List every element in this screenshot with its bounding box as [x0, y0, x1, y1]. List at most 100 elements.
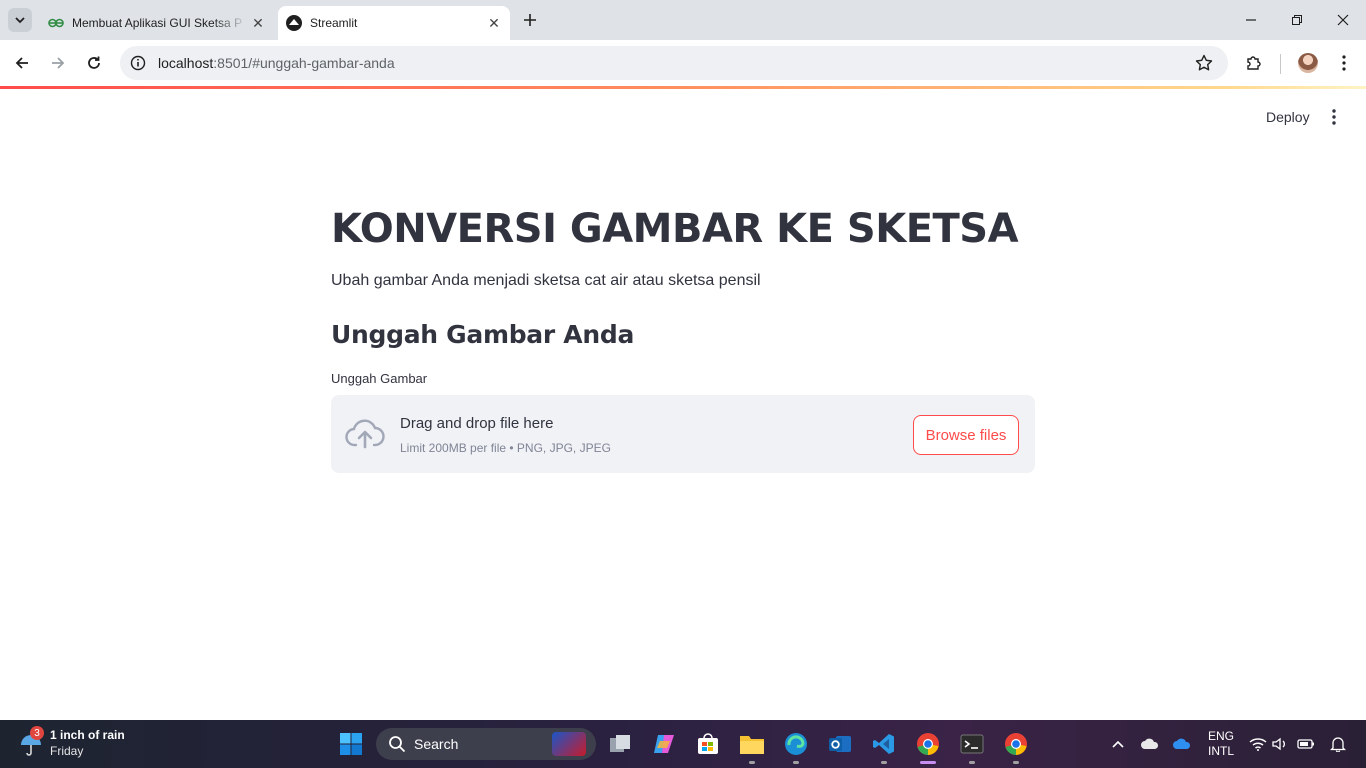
close-icon[interactable]: ✕: [248, 13, 268, 33]
file-dropzone[interactable]: Drag and drop file here Limit 200MB per …: [331, 395, 1035, 473]
onedrive-business-button[interactable]: [1170, 720, 1194, 768]
main-content: KONVERSI GAMBAR KE SKETSA Ubah gambar An…: [331, 200, 1035, 473]
file-explorer-button[interactable]: [736, 728, 768, 764]
minimize-icon: [1246, 19, 1256, 21]
volume-button[interactable]: [1268, 720, 1292, 768]
running-indicator: [881, 761, 887, 764]
search-highlight-icon: [552, 732, 586, 756]
puzzle-icon: [1247, 56, 1261, 70]
windows-icon: [340, 733, 362, 755]
weather-condition: 1 inch of rain: [50, 728, 125, 742]
toolbar-divider: [1280, 54, 1281, 74]
keyboard-layout: INTL: [1207, 744, 1234, 758]
terminal-icon: [960, 734, 984, 754]
reload-icon: [88, 56, 100, 69]
bookmark-star-icon[interactable]: [1194, 53, 1214, 73]
tab-strip: Membuat Aplikasi GUI Sketsa P ✕ Streamli…: [0, 0, 1366, 40]
restore-button[interactable]: [1274, 0, 1320, 40]
back-button[interactable]: [8, 49, 36, 77]
browser-menu-button[interactable]: [1330, 49, 1358, 77]
show-hidden-icons-button[interactable]: [1106, 720, 1130, 768]
tab-search-button[interactable]: [8, 8, 32, 32]
tab-streamlit[interactable]: Streamlit ✕: [278, 6, 510, 40]
task-view-icon: [610, 735, 630, 752]
bell-icon: [1330, 737, 1346, 752]
tab-gui-sketsa[interactable]: Membuat Aplikasi GUI Sketsa P ✕: [40, 6, 274, 40]
main-menu-button[interactable]: [1322, 104, 1346, 130]
search-label: Search: [414, 736, 459, 752]
task-view-button[interactable]: [604, 728, 636, 760]
speaker-icon: [1272, 737, 1285, 751]
folder-icon: [740, 736, 764, 754]
streamlit-icon: [286, 15, 302, 31]
cloud-upload-icon: [345, 417, 385, 451]
edge-button[interactable]: [780, 728, 812, 764]
site-info-icon[interactable]: [128, 53, 148, 73]
battery-icon: [1297, 739, 1314, 749]
search-icon: [389, 736, 406, 753]
new-tab-button[interactable]: [520, 10, 540, 30]
taskbar: 3 1 inch of rain Friday Search ENG INTL: [0, 720, 1366, 768]
forward-button[interactable]: [44, 49, 72, 77]
onedrive-personal-button[interactable]: [1138, 720, 1162, 768]
outlook-button[interactable]: [824, 728, 856, 760]
edge-icon: [785, 733, 807, 755]
chevron-up-icon: [1112, 740, 1124, 748]
network-button[interactable]: [1246, 720, 1270, 768]
dropzone-limit: Limit 200MB per file • PNG, JPG, JPEG: [400, 441, 611, 455]
uploader-label: Unggah Gambar: [331, 371, 428, 386]
microsoft-store-button[interactable]: [692, 728, 724, 760]
more-vertical-icon: [1342, 55, 1346, 71]
vscode-icon: [873, 734, 894, 754]
chrome-profile-button[interactable]: [1000, 728, 1032, 764]
geeksforgeeks-icon: [48, 15, 64, 31]
cloud-icon: [1141, 738, 1159, 749]
notifications-button[interactable]: [1326, 720, 1350, 768]
weather-widget[interactable]: 3 1 inch of rain Friday: [14, 726, 154, 762]
copilot-button[interactable]: [648, 728, 680, 760]
cloud-icon: [1173, 738, 1191, 749]
chrome-icon: [1005, 733, 1027, 755]
arrow-right-icon: [52, 57, 65, 69]
vscode-button[interactable]: [868, 728, 900, 764]
start-button[interactable]: [335, 728, 367, 760]
chrome-button[interactable]: [912, 728, 944, 764]
url-text: localhost:8501/#unggah-gambar-anda: [158, 55, 395, 71]
plus-icon: [524, 14, 536, 26]
dropzone-instruction: Drag and drop file here: [400, 415, 554, 432]
reload-button[interactable]: [80, 49, 108, 77]
running-indicator: [969, 761, 975, 764]
running-indicator: [793, 761, 799, 764]
page-title: KONVERSI GAMBAR KE SKETSA: [331, 206, 1019, 252]
language-code: ENG: [1207, 729, 1234, 743]
profile-button[interactable]: [1294, 49, 1322, 77]
extensions-button[interactable]: [1240, 49, 1268, 77]
active-indicator: [920, 761, 936, 764]
outlook-icon: [829, 736, 851, 752]
taskbar-search[interactable]: Search: [376, 728, 596, 760]
url-path: :8501/#unggah-gambar-anda: [213, 55, 395, 71]
running-indicator: [749, 761, 755, 764]
weather-badge: 3: [30, 726, 44, 740]
input-language-button[interactable]: ENG INTL: [1206, 729, 1236, 759]
arrow-left-icon: [15, 57, 28, 69]
battery-button[interactable]: [1294, 720, 1318, 768]
chevron-down-icon: [15, 17, 25, 24]
close-icon[interactable]: ✕: [484, 13, 504, 33]
close-window-button[interactable]: [1320, 0, 1366, 40]
deploy-button[interactable]: Deploy: [1258, 104, 1318, 130]
avatar: [1298, 53, 1318, 73]
more-vertical-icon: [1332, 109, 1336, 125]
store-icon: [698, 733, 718, 754]
copilot-icon: [654, 735, 674, 753]
minimize-button[interactable]: [1228, 0, 1274, 40]
close-icon: [1337, 14, 1349, 26]
terminal-button[interactable]: [956, 728, 988, 764]
url-host: localhost: [158, 55, 214, 71]
address-bar[interactable]: localhost:8501/#unggah-gambar-anda: [120, 46, 1228, 80]
browse-files-button[interactable]: Browse files: [913, 415, 1019, 455]
tab-title: Membuat Aplikasi GUI Sketsa P: [72, 16, 243, 30]
restore-icon: [1292, 15, 1302, 25]
tab-title: Streamlit: [310, 16, 358, 30]
browser-toolbar: localhost:8501/#unggah-gambar-anda: [0, 40, 1366, 86]
